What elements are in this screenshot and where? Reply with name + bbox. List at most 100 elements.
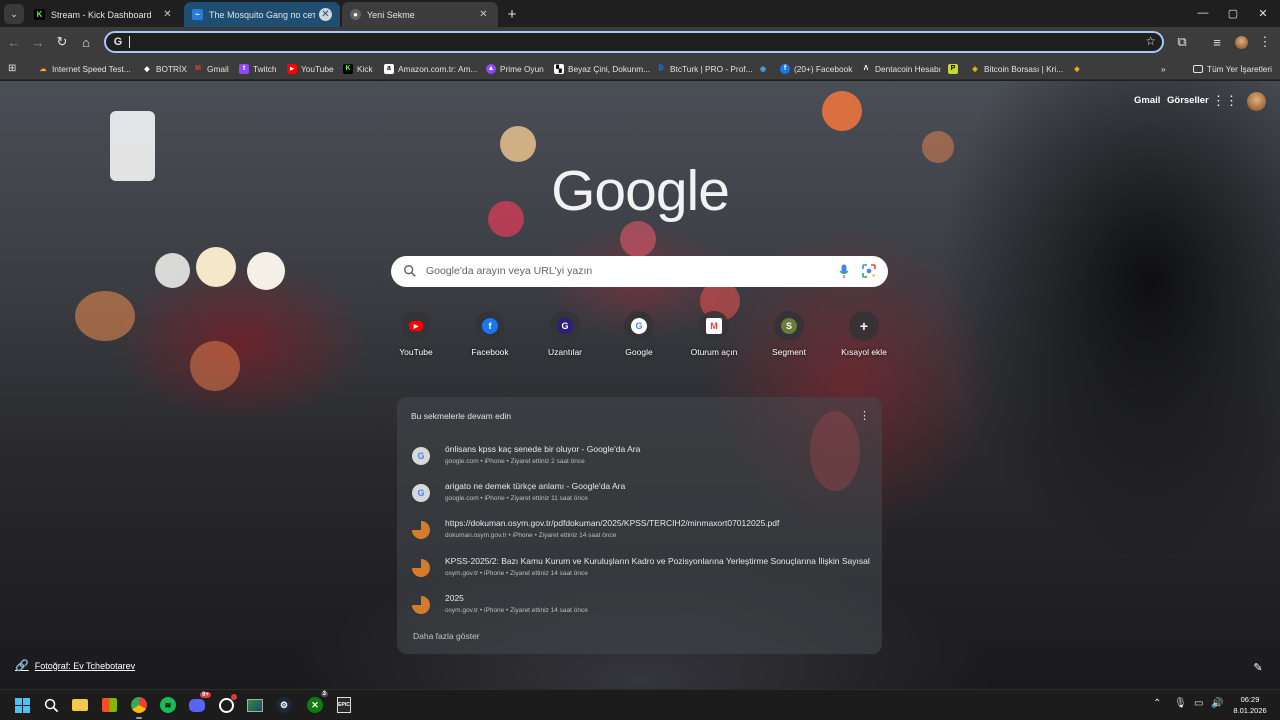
file-explorer-button[interactable] — [70, 695, 90, 715]
tab-new-tab[interactable]: ● Yeni Sekme ✕ — [342, 2, 498, 27]
shortcut-google[interactable]: G Google — [607, 311, 671, 367]
volume-icon[interactable]: 🔊 — [1211, 698, 1223, 709]
add-shortcut-button[interactable]: + Kısayol ekle — [832, 311, 896, 367]
item-subtitle: google.com • iPhone • Ziyaret ettiniz 11… — [445, 495, 588, 502]
tab-title: Yeni Sekme — [367, 9, 415, 20]
chrome-icon — [131, 697, 147, 713]
back-button[interactable]: ← — [4, 32, 24, 52]
tab-mosquito-gang[interactable]: ~ The Mosquito Gang по сети 6в ✕ — [184, 2, 340, 27]
bookmark-item[interactable]: a Amazon.com.tr: Am... — [384, 61, 477, 76]
photo-credit-link[interactable]: 🔗 Fotoğraf: Ev Tchebotarev — [15, 659, 135, 672]
bookmark-item[interactable]: ▚ Beyaz Çini, Dokunm... — [554, 61, 650, 76]
network-icon[interactable]: ▭ — [1194, 698, 1203, 709]
bookmark-item[interactable]: ◉ — [758, 61, 772, 76]
list-item[interactable]: G önlisans kpss kaç senede bir oluyor - … — [407, 439, 870, 473]
bookmark-item[interactable]: M Gmail — [193, 61, 229, 76]
star-icon[interactable]: ☆ — [1145, 34, 1156, 48]
start-button[interactable] — [12, 695, 32, 715]
text-caret — [129, 36, 130, 48]
clock[interactable]: 06:29 8.01.2026 — [1228, 694, 1272, 716]
tab-kick-dashboard[interactable]: K Stream - Kick Dashboard ✕ — [26, 2, 182, 27]
apps-button[interactable]: ⊞ — [8, 61, 16, 76]
xbox-button[interactable]: ✕ 3 — [305, 691, 328, 715]
bookmark-label: Kick — [357, 63, 373, 74]
microphone-icon[interactable]: 🎙 — [1174, 698, 1187, 709]
bookmarks-overflow-button[interactable]: » — [1161, 61, 1166, 76]
customize-button[interactable]: ✎ — [1250, 659, 1266, 675]
search-button[interactable] — [41, 695, 61, 715]
list-item[interactable]: KPSS-2025/2: Bazı Kamu Kurum ve Kuruluşl… — [407, 551, 870, 585]
card-menu-button[interactable]: ⋮ — [859, 409, 870, 422]
bookmark-item[interactable]: K Kick — [343, 61, 373, 76]
media-controls-button[interactable]: ≡ — [1207, 32, 1227, 52]
bookmark-label: Twitch — [253, 63, 277, 74]
profile-button[interactable] — [1231, 32, 1251, 52]
list-item[interactable]: https://dokuman.osym.gov.tr/pdfdokuman/2… — [407, 513, 870, 547]
tab-search-button[interactable]: ⌄ — [4, 4, 24, 24]
bookmark-label: YouTube — [301, 63, 334, 74]
microphone-icon[interactable] — [839, 264, 849, 279]
all-bookmarks-button[interactable]: Tüm Yer İşaretleri — [1193, 61, 1272, 76]
close-icon[interactable]: ✕ — [319, 8, 332, 21]
bookmark-item[interactable]: ◆ BOTRİX — [142, 61, 187, 76]
chevron-down-icon: ⌄ — [10, 8, 18, 19]
google-lens-icon[interactable] — [862, 264, 876, 278]
date: 8.01.2026 — [1233, 706, 1267, 715]
spotify-button[interactable]: ≋ — [158, 695, 178, 715]
bookmark-label: (20+) Facebook — [794, 63, 853, 74]
shortcut-label: Uzantılar — [547, 347, 582, 357]
show-more-button[interactable]: Daha fazla göster — [413, 631, 480, 641]
app-button[interactable] — [216, 694, 237, 715]
bookmark-item[interactable]: ◈ Bitcoin Borsası | Kri... — [970, 61, 1063, 76]
shortcut-segment[interactable]: S Segment — [757, 311, 821, 367]
shortcut-tile: M — [699, 311, 729, 341]
avatar[interactable] — [1247, 92, 1266, 111]
home-button[interactable]: ⌂ — [76, 32, 96, 52]
bookmark-item[interactable]: ☁ Internet Speed Test... — [38, 61, 131, 76]
bookmark-item[interactable]: ▶ YouTube — [287, 61, 334, 76]
bookmark-item[interactable]: Λ Dentacoin Hesabı — [861, 61, 941, 76]
address-bar[interactable]: G ☆ — [104, 31, 1164, 53]
avatar — [1234, 35, 1248, 49]
shortcut-uzantilar[interactable]: G Uzantılar — [533, 311, 597, 367]
list-item[interactable]: 2025 osym.gov.tr • iPhone • Ziyaret etti… — [407, 588, 870, 622]
facebook-icon: f — [780, 63, 790, 74]
shortcut-youtube[interactable]: ▶ YouTube — [384, 311, 448, 367]
new-tab-button[interactable]: + — [503, 5, 521, 23]
maximize-button[interactable]: ▢ — [1218, 3, 1248, 23]
chrome-taskbar-button[interactable] — [129, 695, 149, 719]
images-link[interactable]: Görseller — [1167, 95, 1209, 106]
close-window-button[interactable]: ✕ — [1248, 3, 1278, 23]
bokeh-light — [110, 111, 155, 181]
close-icon[interactable]: ✕ — [161, 8, 174, 21]
close-icon[interactable]: ✕ — [477, 8, 490, 21]
bookmark-item[interactable]: ▲ Prime Oyun — [486, 61, 544, 76]
gmail-link[interactable]: Gmail — [1134, 95, 1160, 106]
gmail-icon: M — [195, 65, 201, 72]
list-item[interactable]: G arigato ne demek türkçe anlamı - Googl… — [407, 476, 870, 510]
steam-button[interactable]: ⚙ — [274, 695, 294, 715]
minimize-button[interactable]: — — [1188, 3, 1218, 23]
bookmark-item[interactable]: ◈ — [1072, 61, 1086, 76]
shortcut-facebook[interactable]: f Facebook — [458, 311, 522, 367]
bookmark-item[interactable]: t Twitch — [239, 61, 277, 76]
google-apps-icon[interactable]: ⋮⋮ — [1212, 93, 1238, 109]
app-button[interactable] — [245, 695, 265, 715]
discord-button[interactable]: 9+ — [187, 692, 211, 715]
search-box[interactable]: Google'da arayın veya URL'yi yazın — [391, 256, 888, 287]
shortcut-tile: ▶ — [401, 311, 431, 341]
arrow-left-icon: ← — [7, 34, 21, 50]
store-button[interactable] — [99, 695, 119, 715]
bookmark-item[interactable]: f (20+) Facebook — [780, 61, 852, 76]
chevron-up-icon[interactable]: ⌃ — [1153, 698, 1161, 709]
bookmark-item[interactable]: P — [948, 61, 962, 76]
extensions-button[interactable]: ⧉ — [1172, 32, 1192, 52]
xbox-icon: ✕ — [307, 697, 323, 713]
shortcut-gmail[interactable]: M Oturum açın — [682, 311, 746, 367]
item-subtitle: osym.gov.tr • iPhone • Ziyaret ettiniz 1… — [445, 607, 588, 614]
menu-button[interactable]: ⋮ — [1255, 32, 1275, 52]
epic-games-button[interactable]: EPIC — [334, 695, 354, 715]
bookmark-item[interactable]: ₿ BtcTurk | PRO - Prof... — [656, 61, 752, 76]
forward-button[interactable]: → — [28, 32, 48, 52]
reload-button[interactable]: ↻ — [52, 32, 72, 52]
